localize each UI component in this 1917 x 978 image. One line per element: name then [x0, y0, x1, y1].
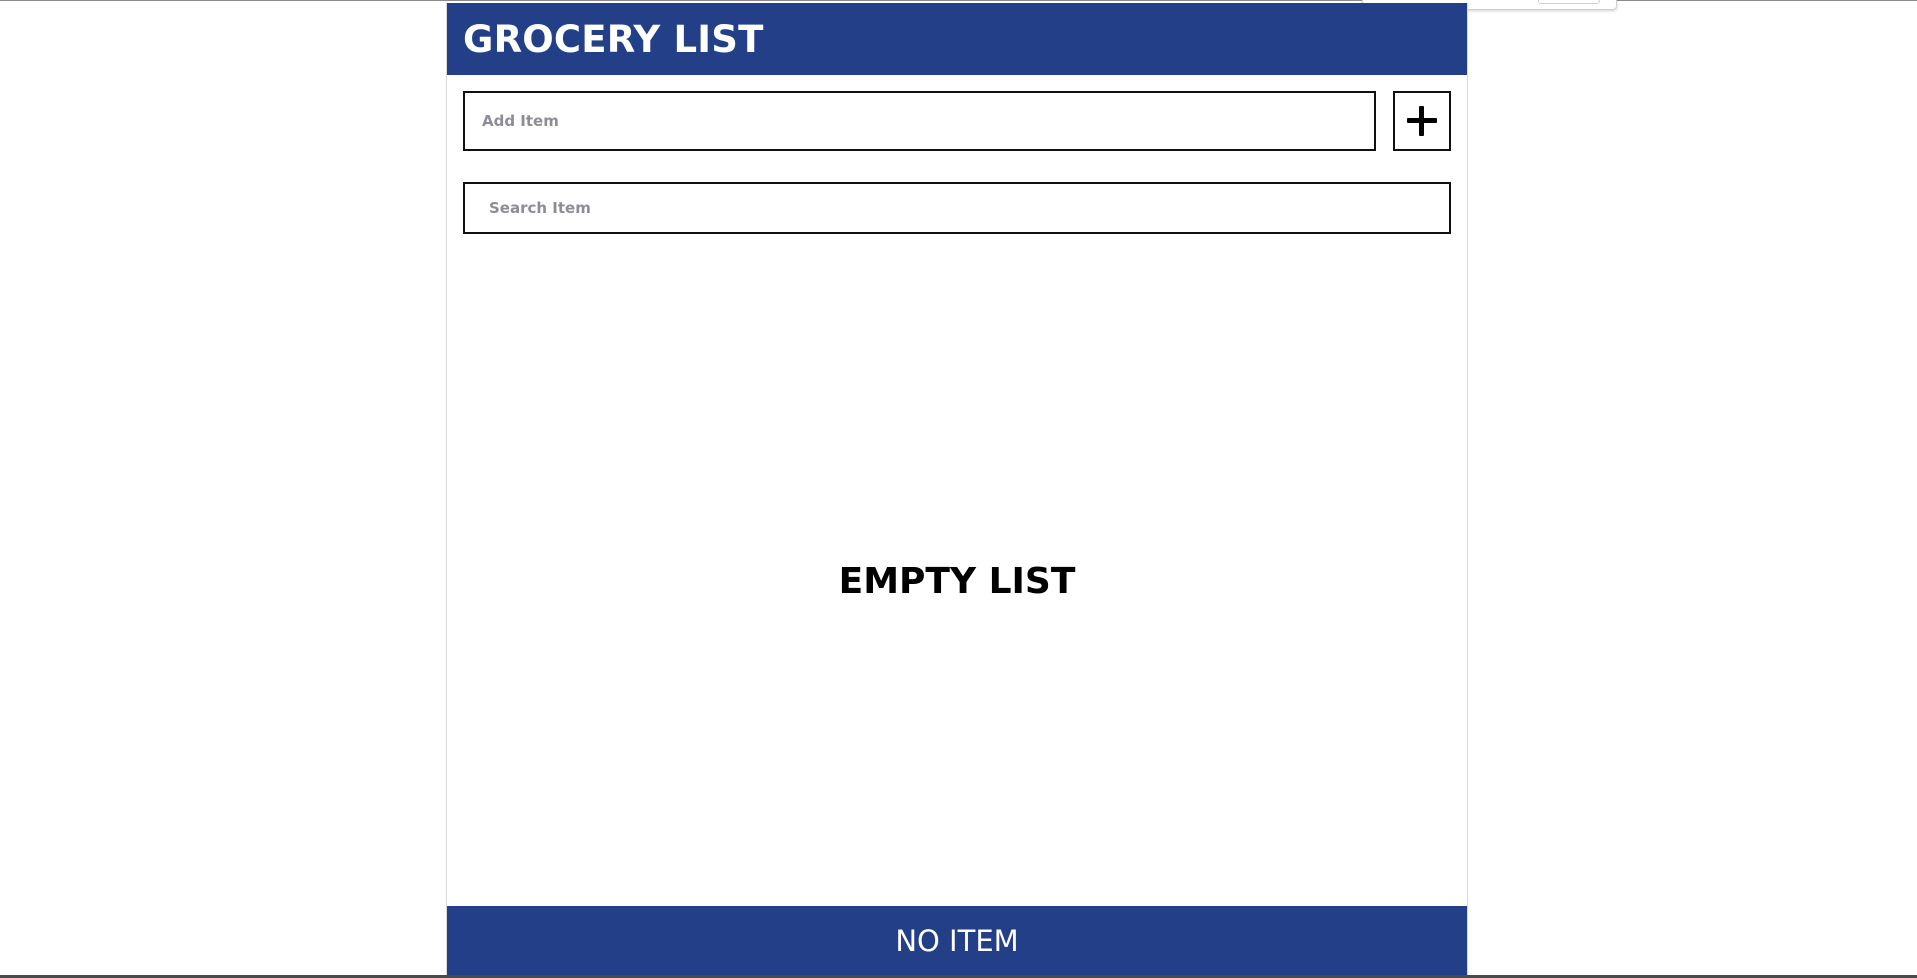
empty-list-message: EMPTY LIST	[838, 561, 1076, 602]
add-item-input[interactable]	[463, 91, 1376, 151]
browser-popup-tab	[1538, 0, 1600, 4]
grocery-app: GROCERY LIST EMPTY LIST NO ITEM	[446, 3, 1468, 976]
browser-top-edge	[0, 0, 1917, 1]
plus-icon	[1407, 106, 1437, 136]
add-item-button[interactable]	[1393, 91, 1451, 151]
page-title: GROCERY LIST	[463, 18, 764, 61]
item-count-status: NO ITEM	[895, 924, 1019, 958]
app-header: GROCERY LIST	[447, 3, 1467, 75]
app-footer: NO ITEM	[447, 906, 1467, 976]
search-input[interactable]	[463, 182, 1451, 234]
